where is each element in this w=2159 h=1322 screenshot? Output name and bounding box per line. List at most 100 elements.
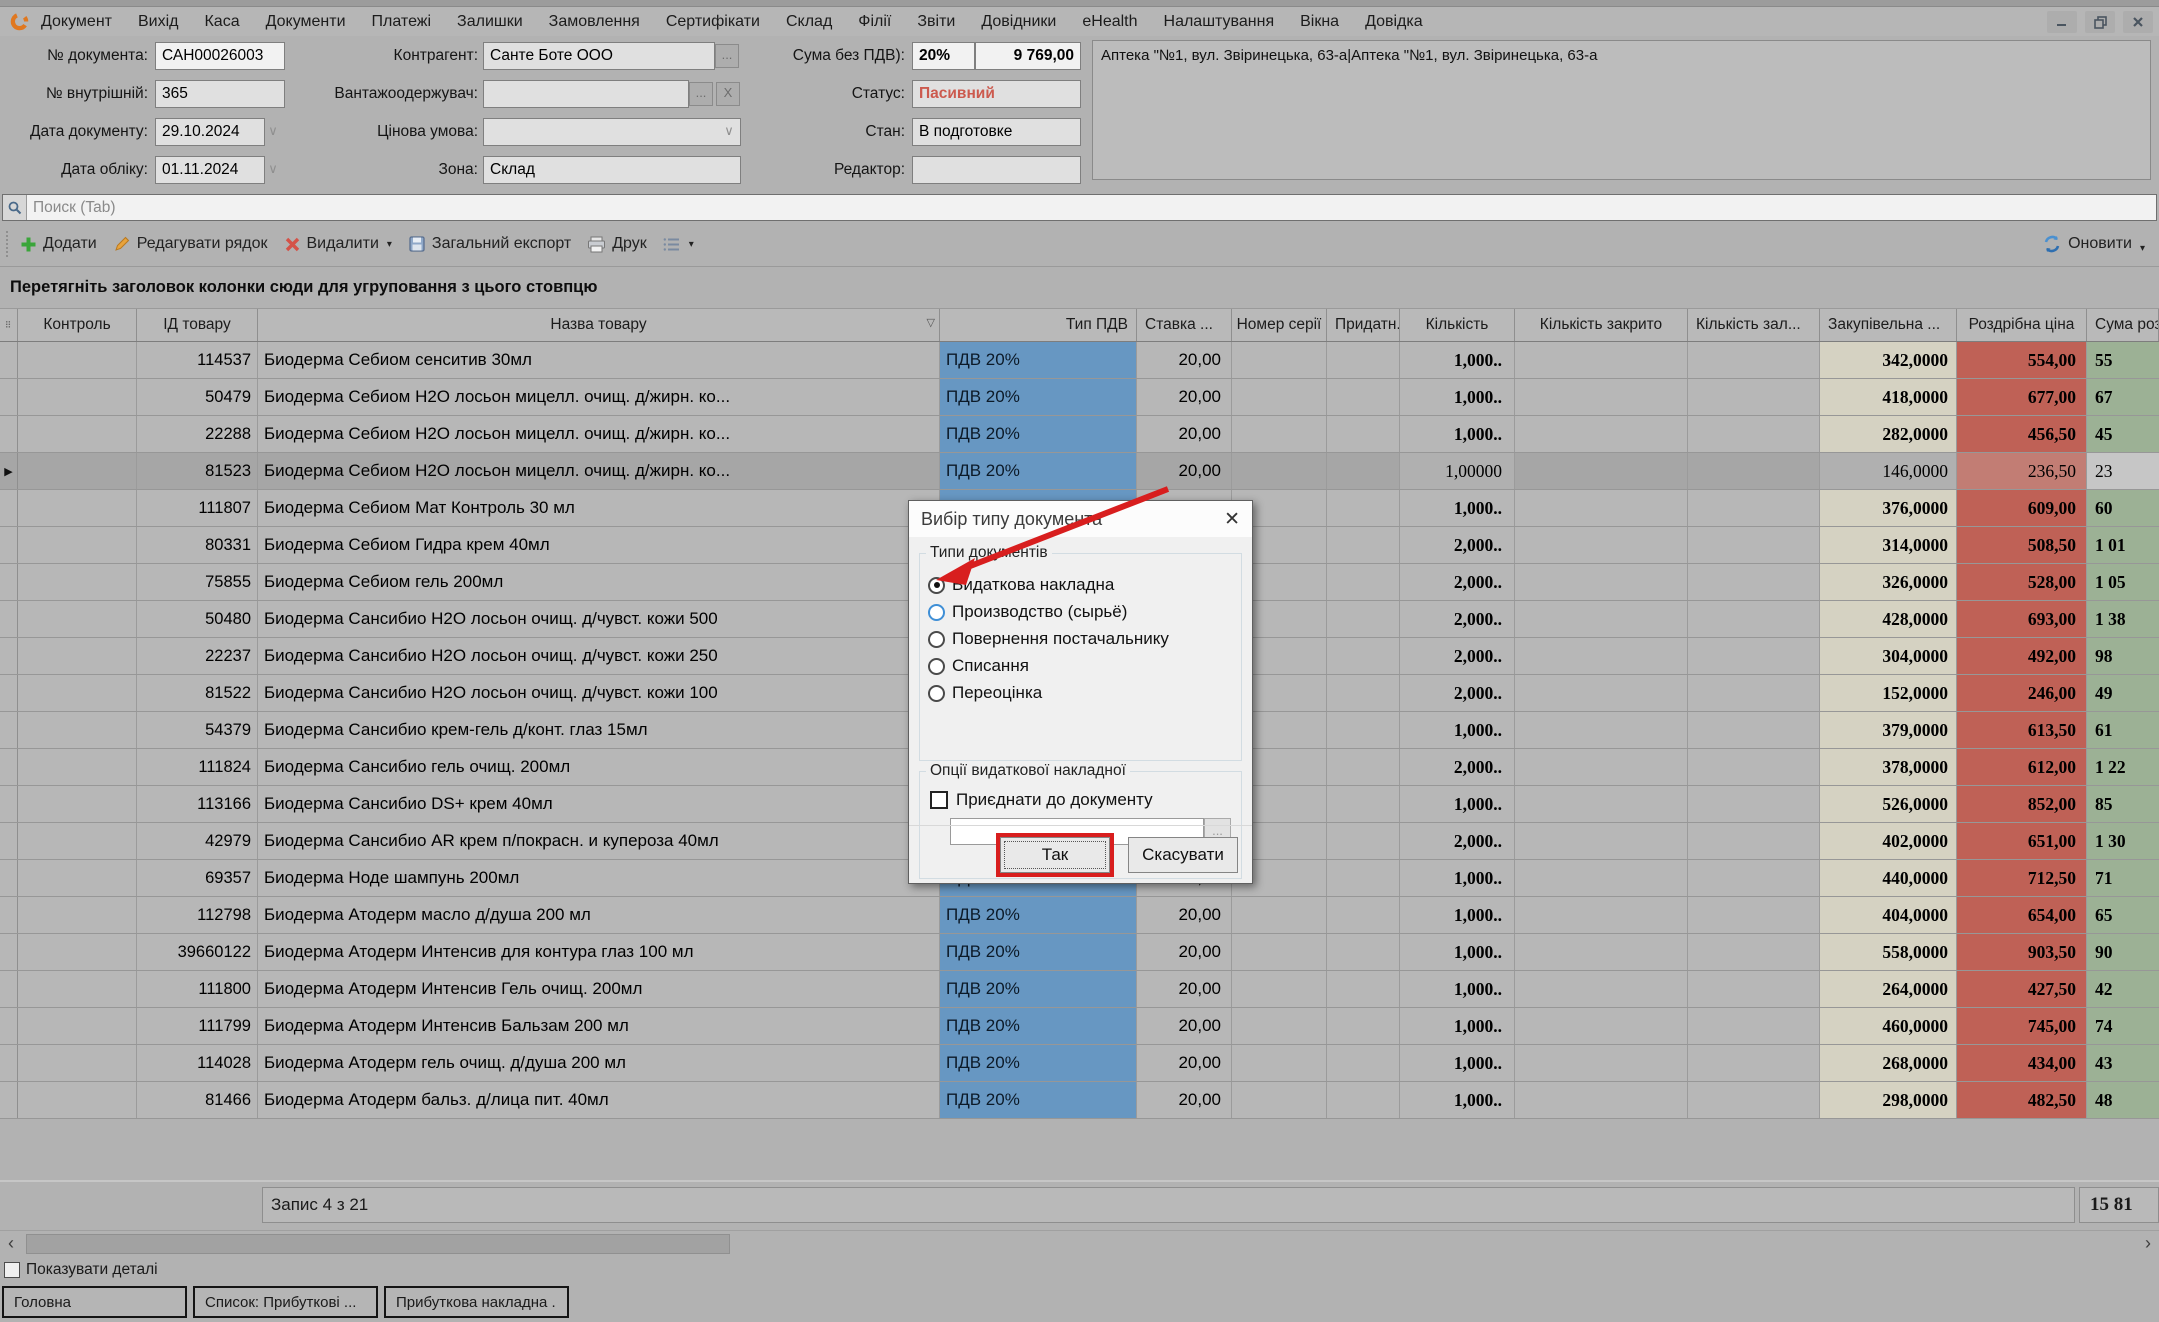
cell-sum[interactable]: 74 [2087, 1008, 2159, 1044]
cell-name[interactable]: Биодерма Себиом Мат Контроль 30 мл [258, 490, 940, 526]
cell-rate[interactable]: 20,00 [1137, 379, 1232, 415]
radio-option[interactable]: Производство (сырьё) [928, 602, 1233, 622]
cell-name[interactable]: Биодерма Себиом сенситив 30мл [258, 342, 940, 378]
refresh-button[interactable]: Оновити ▾ [2042, 234, 2145, 254]
cell-expiry[interactable] [1327, 453, 1400, 489]
cell-qty[interactable]: 1,000.. [1400, 342, 1515, 378]
cell-purchase[interactable]: 460,0000 [1820, 1008, 1957, 1044]
cell-vat[interactable]: ПДВ 20% [940, 971, 1137, 1007]
table-row[interactable]: 112798Биодерма Атодерм масло д/душа 200 … [0, 897, 2159, 934]
cell-expiry[interactable] [1327, 675, 1400, 711]
cell-retail[interactable]: 651,00 [1957, 823, 2087, 859]
cell-purchase[interactable]: 264,0000 [1820, 971, 1957, 1007]
internal-no-field[interactable] [155, 80, 285, 108]
scroll-left-icon[interactable]: ‹ [0, 1231, 22, 1256]
cell-indicator[interactable] [0, 675, 18, 711]
cell-name[interactable]: Биодерма Сансибио AR крем п/покрасн. и к… [258, 823, 940, 859]
cell-vat[interactable]: ПДВ 20% [940, 342, 1137, 378]
cell-expiry[interactable] [1327, 490, 1400, 526]
cell-serial[interactable] [1232, 379, 1327, 415]
table-row[interactable]: ▶81523Биодерма Себиом Н2О лосьон мицелл.… [0, 453, 2159, 490]
cell-sum[interactable]: 42 [2087, 971, 2159, 1007]
cell-retail[interactable]: 482,50 [1957, 1082, 2087, 1118]
cell-rate[interactable]: 20,00 [1137, 342, 1232, 378]
cell-vat[interactable]: ПДВ 20% [940, 897, 1137, 933]
cell-indicator[interactable]: ▶ [0, 453, 18, 489]
cell-purchase[interactable]: 376,0000 [1820, 490, 1957, 526]
cell-qty_closed[interactable] [1515, 453, 1688, 489]
cell-control[interactable] [18, 379, 137, 415]
cell-control[interactable] [18, 786, 137, 822]
cell-vat[interactable]: ПДВ 20% [940, 416, 1137, 452]
menu-item[interactable]: Довідка [1365, 13, 1423, 31]
cell-qty_closed[interactable] [1515, 490, 1688, 526]
cell-expiry[interactable] [1327, 712, 1400, 748]
cell-expiry[interactable] [1327, 564, 1400, 600]
cell-expiry[interactable] [1327, 860, 1400, 896]
cell-expiry[interactable] [1327, 342, 1400, 378]
cell-qty_left[interactable] [1688, 971, 1820, 1007]
cell-rate[interactable]: 20,00 [1137, 453, 1232, 489]
cell-control[interactable] [18, 971, 137, 1007]
cell-control[interactable] [18, 712, 137, 748]
cell-qty_left[interactable] [1688, 453, 1820, 489]
cell-purchase[interactable]: 378,0000 [1820, 749, 1957, 785]
cell-control[interactable] [18, 416, 137, 452]
show-details-checkbox[interactable] [4, 1262, 20, 1278]
column-header-expiry[interactable]: Придатн... [1327, 309, 1400, 341]
cell-sum[interactable]: 71 [2087, 860, 2159, 896]
menu-item[interactable]: Залишки [457, 13, 523, 31]
consignee-field[interactable] [483, 80, 689, 108]
cell-retail[interactable]: 528,00 [1957, 564, 2087, 600]
cell-name[interactable]: Биодерма Себиом Н2О лосьон мицелл. очищ.… [258, 453, 940, 489]
refresh-dropdown-icon[interactable]: ▾ [2140, 243, 2145, 254]
cell-qty_closed[interactable] [1515, 971, 1688, 1007]
filter-icon[interactable]: ▽ [927, 316, 935, 329]
column-header-sum[interactable]: Сума роз [2087, 309, 2159, 341]
cell-control[interactable] [18, 527, 137, 563]
cell-qty[interactable]: 1,000.. [1400, 934, 1515, 970]
cell-qty[interactable]: 1,000.. [1400, 971, 1515, 1007]
cell-purchase[interactable]: 558,0000 [1820, 934, 1957, 970]
cell-control[interactable] [18, 675, 137, 711]
group-by-panel[interactable]: Перетягніть заголовок колонки сюди для у… [0, 266, 2159, 308]
cell-rate[interactable]: 20,00 [1137, 416, 1232, 452]
price-term-field[interactable] [483, 118, 741, 146]
cell-sum[interactable]: 49 [2087, 675, 2159, 711]
cell-qty_closed[interactable] [1515, 786, 1688, 822]
cell-control[interactable] [18, 934, 137, 970]
cell-sum[interactable]: 23 [2087, 453, 2159, 489]
cell-expiry[interactable] [1327, 897, 1400, 933]
cell-qty_closed[interactable] [1515, 379, 1688, 415]
horizontal-scrollbar[interactable]: ‹ › [0, 1230, 2159, 1256]
attach-checkbox[interactable] [930, 791, 948, 809]
menu-item[interactable]: Документи [266, 13, 346, 31]
cell-qty_left[interactable] [1688, 379, 1820, 415]
cell-control[interactable] [18, 860, 137, 896]
cell-retail[interactable]: 677,00 [1957, 379, 2087, 415]
scroll-right-icon[interactable]: › [2137, 1231, 2159, 1256]
cell-retail[interactable]: 434,00 [1957, 1045, 2087, 1081]
cell-qty_left[interactable] [1688, 527, 1820, 563]
cell-indicator[interactable] [0, 934, 18, 970]
cell-retail[interactable]: 903,50 [1957, 934, 2087, 970]
radio-option[interactable]: Переоцінка [928, 683, 1233, 703]
table-row[interactable]: 114028Биодерма Атодерм гель очищ. д/душа… [0, 1045, 2159, 1082]
column-header-retail[interactable]: Роздрібна ціна [1957, 309, 2087, 341]
cell-retail[interactable]: 427,50 [1957, 971, 2087, 1007]
doc-date-field[interactable] [155, 118, 265, 146]
cell-sum[interactable]: 1 01 [2087, 527, 2159, 563]
cell-vat[interactable]: ПДВ 20% [940, 1008, 1137, 1044]
cell-serial[interactable] [1232, 416, 1327, 452]
acc-date-field[interactable] [155, 156, 265, 184]
cell-rate[interactable]: 20,00 [1137, 1082, 1232, 1118]
cell-retail[interactable]: 852,00 [1957, 786, 2087, 822]
cell-expiry[interactable] [1327, 638, 1400, 674]
cell-serial[interactable] [1232, 342, 1327, 378]
cell-id[interactable]: 80331 [137, 527, 258, 563]
cell-indicator[interactable] [0, 416, 18, 452]
column-header-qty_closed[interactable]: Кількість закрито [1515, 309, 1688, 341]
cell-retail[interactable]: 456,50 [1957, 416, 2087, 452]
cell-name[interactable]: Биодерма Себиом Н2О лосьон мицелл. очищ.… [258, 379, 940, 415]
cell-indicator[interactable] [0, 490, 18, 526]
